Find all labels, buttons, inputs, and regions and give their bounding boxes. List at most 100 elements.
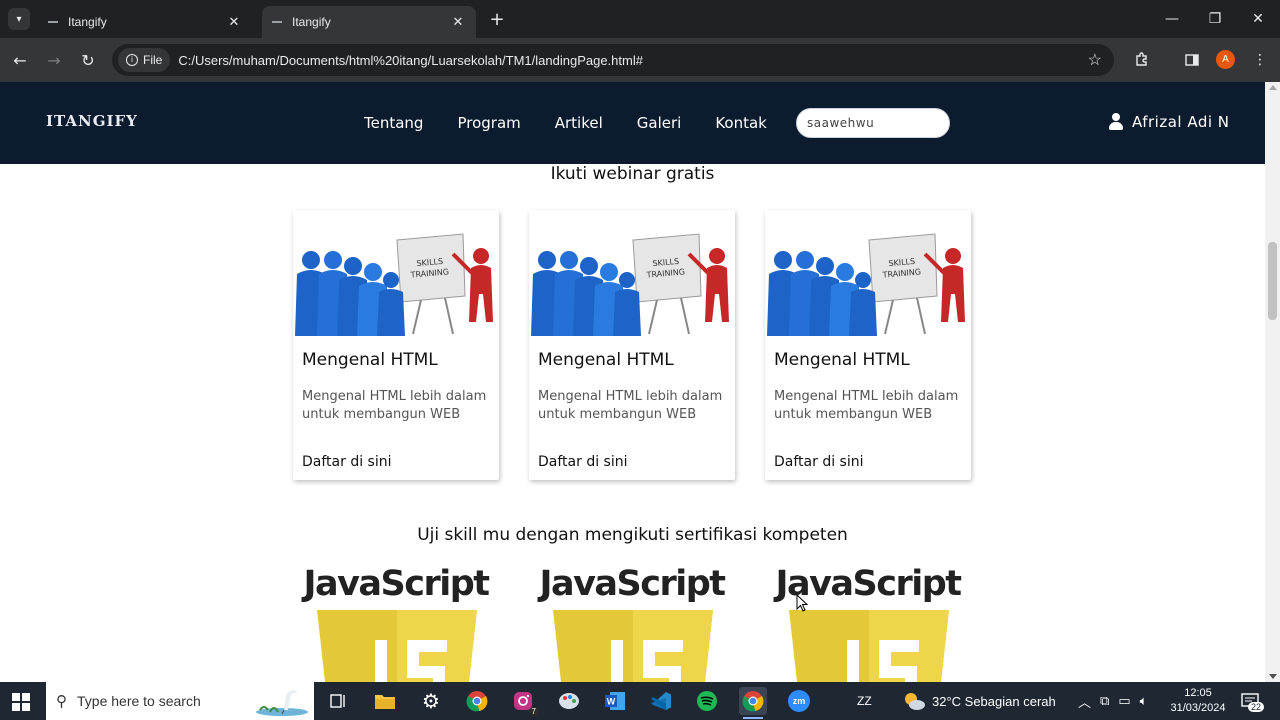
profile-avatar[interactable]: A	[1216, 50, 1235, 69]
browser-tab-1[interactable]: Itangify ✕	[38, 6, 252, 38]
javascript-card: JavaScript	[529, 564, 735, 682]
menu-item-tentang[interactable]: Tentang	[364, 114, 423, 132]
bookmark-star-icon[interactable]: ☆	[1088, 50, 1102, 70]
file-explorer-icon[interactable]	[371, 687, 399, 715]
window-close-icon[interactable]: ✕	[1236, 6, 1280, 32]
tab-search-chevron-icon[interactable]: ▾	[8, 8, 30, 30]
page-viewport: ITANGIFY Tentang Program Artikel Galeri …	[0, 82, 1265, 682]
register-link[interactable]: Daftar di sini	[538, 454, 628, 470]
js-shield-logo	[317, 610, 477, 682]
user-icon	[1108, 113, 1124, 131]
windows-taskbar: ⚲ Type here to search ⚙ 7 W zm ZZ 32°C S…	[0, 682, 1280, 720]
site-search-input[interactable]: saawehwu	[796, 108, 950, 138]
url-text[interactable]: C:/Users/muham/Documents/html%20itang/Lu…	[178, 53, 1087, 68]
card-description: Mengenal HTML lebih dalam untuk membangu…	[774, 389, 959, 422]
clock-date: 31/03/2024	[1170, 702, 1226, 714]
notification-center-icon[interactable]: 22	[1240, 682, 1265, 720]
windows-start-icon[interactable]	[12, 693, 30, 711]
browser-tab-strip: ▾ Itangify ✕ Itangify ✕ + — ❐ ✕	[0, 0, 1280, 38]
card-description: Mengenal HTML lebih dalam untuk membangu…	[538, 389, 723, 422]
mouse-cursor-icon	[796, 594, 808, 612]
javascript-card: JavaScript	[293, 564, 499, 682]
zoom-label: zm	[788, 690, 810, 712]
taskbar-search-box[interactable]: ⚲ Type here to search	[46, 682, 314, 720]
site-logo[interactable]: ITANGIFY	[46, 112, 138, 130]
tab-close-icon[interactable]: ✕	[450, 14, 466, 30]
system-tray: ︿ ⧉ ▭ 🔈︎	[1078, 682, 1147, 720]
instagram-icon[interactable]: 7	[509, 687, 539, 716]
clock-time: 12:05	[1184, 687, 1212, 699]
webinar-card: SKILLS TRAINING Mengenal HTML Mengenal H…	[765, 210, 971, 480]
chrome-icon[interactable]	[463, 687, 491, 715]
javascript-label: JavaScript	[303, 564, 490, 604]
user-account[interactable]: Afrizal Adi N	[1108, 113, 1230, 131]
info-icon: i	[126, 54, 138, 66]
tab-title: Itangify	[68, 15, 107, 29]
webinar-card: SKILLS TRAINING Mengenal HTML Mengenal H…	[293, 210, 499, 480]
notification-count-badge: 22	[1248, 702, 1265, 712]
meet-now-icon[interactable]: ⧉	[1100, 693, 1109, 709]
menu-item-galeri[interactable]: Galeri	[637, 114, 682, 132]
user-name: Afrizal Adi N	[1132, 113, 1230, 131]
menu-item-kontak[interactable]: Kontak	[715, 114, 767, 132]
browser-tab-2[interactable]: Itangify ✕	[262, 6, 476, 38]
zz-indicator: ZZ	[857, 694, 872, 708]
vscode-icon[interactable]	[647, 687, 675, 715]
javascript-label: JavaScript	[539, 564, 726, 604]
restore-icon[interactable]: ❐	[1193, 6, 1237, 32]
forward-arrow-icon[interactable]: →	[42, 48, 66, 72]
search-highlight-egret-icon	[256, 690, 308, 716]
skills-training-image: SKILLS TRAINING	[765, 210, 971, 336]
skills-training-image: SKILLS TRAINING	[293, 210, 499, 336]
tab-favicon-icon	[48, 21, 58, 23]
menu-item-artikel[interactable]: Artikel	[555, 114, 603, 132]
card-description: Mengenal HTML lebih dalam untuk membangu…	[302, 389, 487, 422]
scroll-up-arrow-icon[interactable]	[1269, 85, 1277, 90]
site-info-chip[interactable]: i File	[118, 48, 171, 72]
word-icon[interactable]: W	[601, 687, 629, 715]
weather-widget[interactable]: 32°C Sebagian cerah	[902, 682, 1056, 720]
taskbar-clock[interactable]: 12:05 31/03/2024	[1166, 686, 1230, 716]
zoom-icon[interactable]: zm	[785, 687, 813, 715]
battery-icon[interactable]: ▭	[1118, 693, 1130, 709]
paint-palette-icon[interactable]	[555, 687, 583, 715]
tray-chevron-up-icon[interactable]: ︿	[1078, 692, 1091, 711]
spotify-icon[interactable]	[693, 687, 721, 715]
menu-item-program[interactable]: Program	[457, 114, 520, 132]
new-tab-plus-icon[interactable]: +	[486, 8, 508, 30]
tab-close-icon[interactable]: ✕	[226, 14, 242, 30]
side-panel-icon[interactable]	[1182, 50, 1202, 70]
task-view-icon[interactable]	[324, 687, 352, 715]
tab-favicon-icon	[272, 21, 282, 23]
register-link[interactable]: Daftar di sini	[302, 454, 392, 470]
card-title: Mengenal HTML	[774, 350, 910, 370]
register-link[interactable]: Daftar di sini	[774, 454, 864, 470]
browser-toolbar: ← → ↻ i File C:/Users/muham/Documents/ht…	[0, 38, 1280, 82]
extensions-puzzle-icon[interactable]	[1132, 50, 1152, 70]
kebab-menu-icon[interactable]: ⋮	[1250, 50, 1270, 70]
scroll-thumb[interactable]	[1268, 242, 1277, 320]
back-arrow-icon[interactable]: ←	[8, 48, 32, 72]
svg-text:W: W	[607, 697, 616, 707]
card-title: Mengenal HTML	[302, 350, 438, 370]
card-title: Mengenal HTML	[538, 350, 674, 370]
scroll-down-arrow-icon[interactable]	[1269, 674, 1277, 679]
minimize-icon[interactable]: —	[1150, 6, 1194, 32]
js-shield-logo	[553, 610, 713, 682]
site-navbar: ITANGIFY Tentang Program Artikel Galeri …	[0, 82, 1265, 164]
file-chip-label: File	[143, 53, 163, 67]
chrome-active-icon[interactable]	[739, 687, 767, 719]
taskbar-search-placeholder: Type here to search	[77, 693, 201, 709]
weather-text: 32°C Sebagian cerah	[932, 693, 1056, 709]
skills-training-image: SKILLS TRAINING	[529, 210, 735, 336]
volume-icon[interactable]: 🔈︎	[1140, 693, 1148, 709]
webinar-card: SKILLS TRAINING Mengenal HTML Mengenal H…	[529, 210, 735, 480]
reload-icon[interactable]: ↻	[76, 48, 100, 72]
page-scrollbar[interactable]	[1265, 82, 1280, 682]
js-shield-logo	[789, 610, 949, 682]
webinar-heading: Ikuti webinar gratis	[550, 164, 715, 184]
settings-gear-icon[interactable]: ⚙	[417, 687, 445, 715]
tab-title: Itangify	[292, 15, 331, 29]
address-bar[interactable]: i File C:/Users/muham/Documents/html%20i…	[112, 44, 1114, 76]
certification-heading: Uji skill mu dengan mengikuti sertifikas…	[417, 525, 848, 545]
